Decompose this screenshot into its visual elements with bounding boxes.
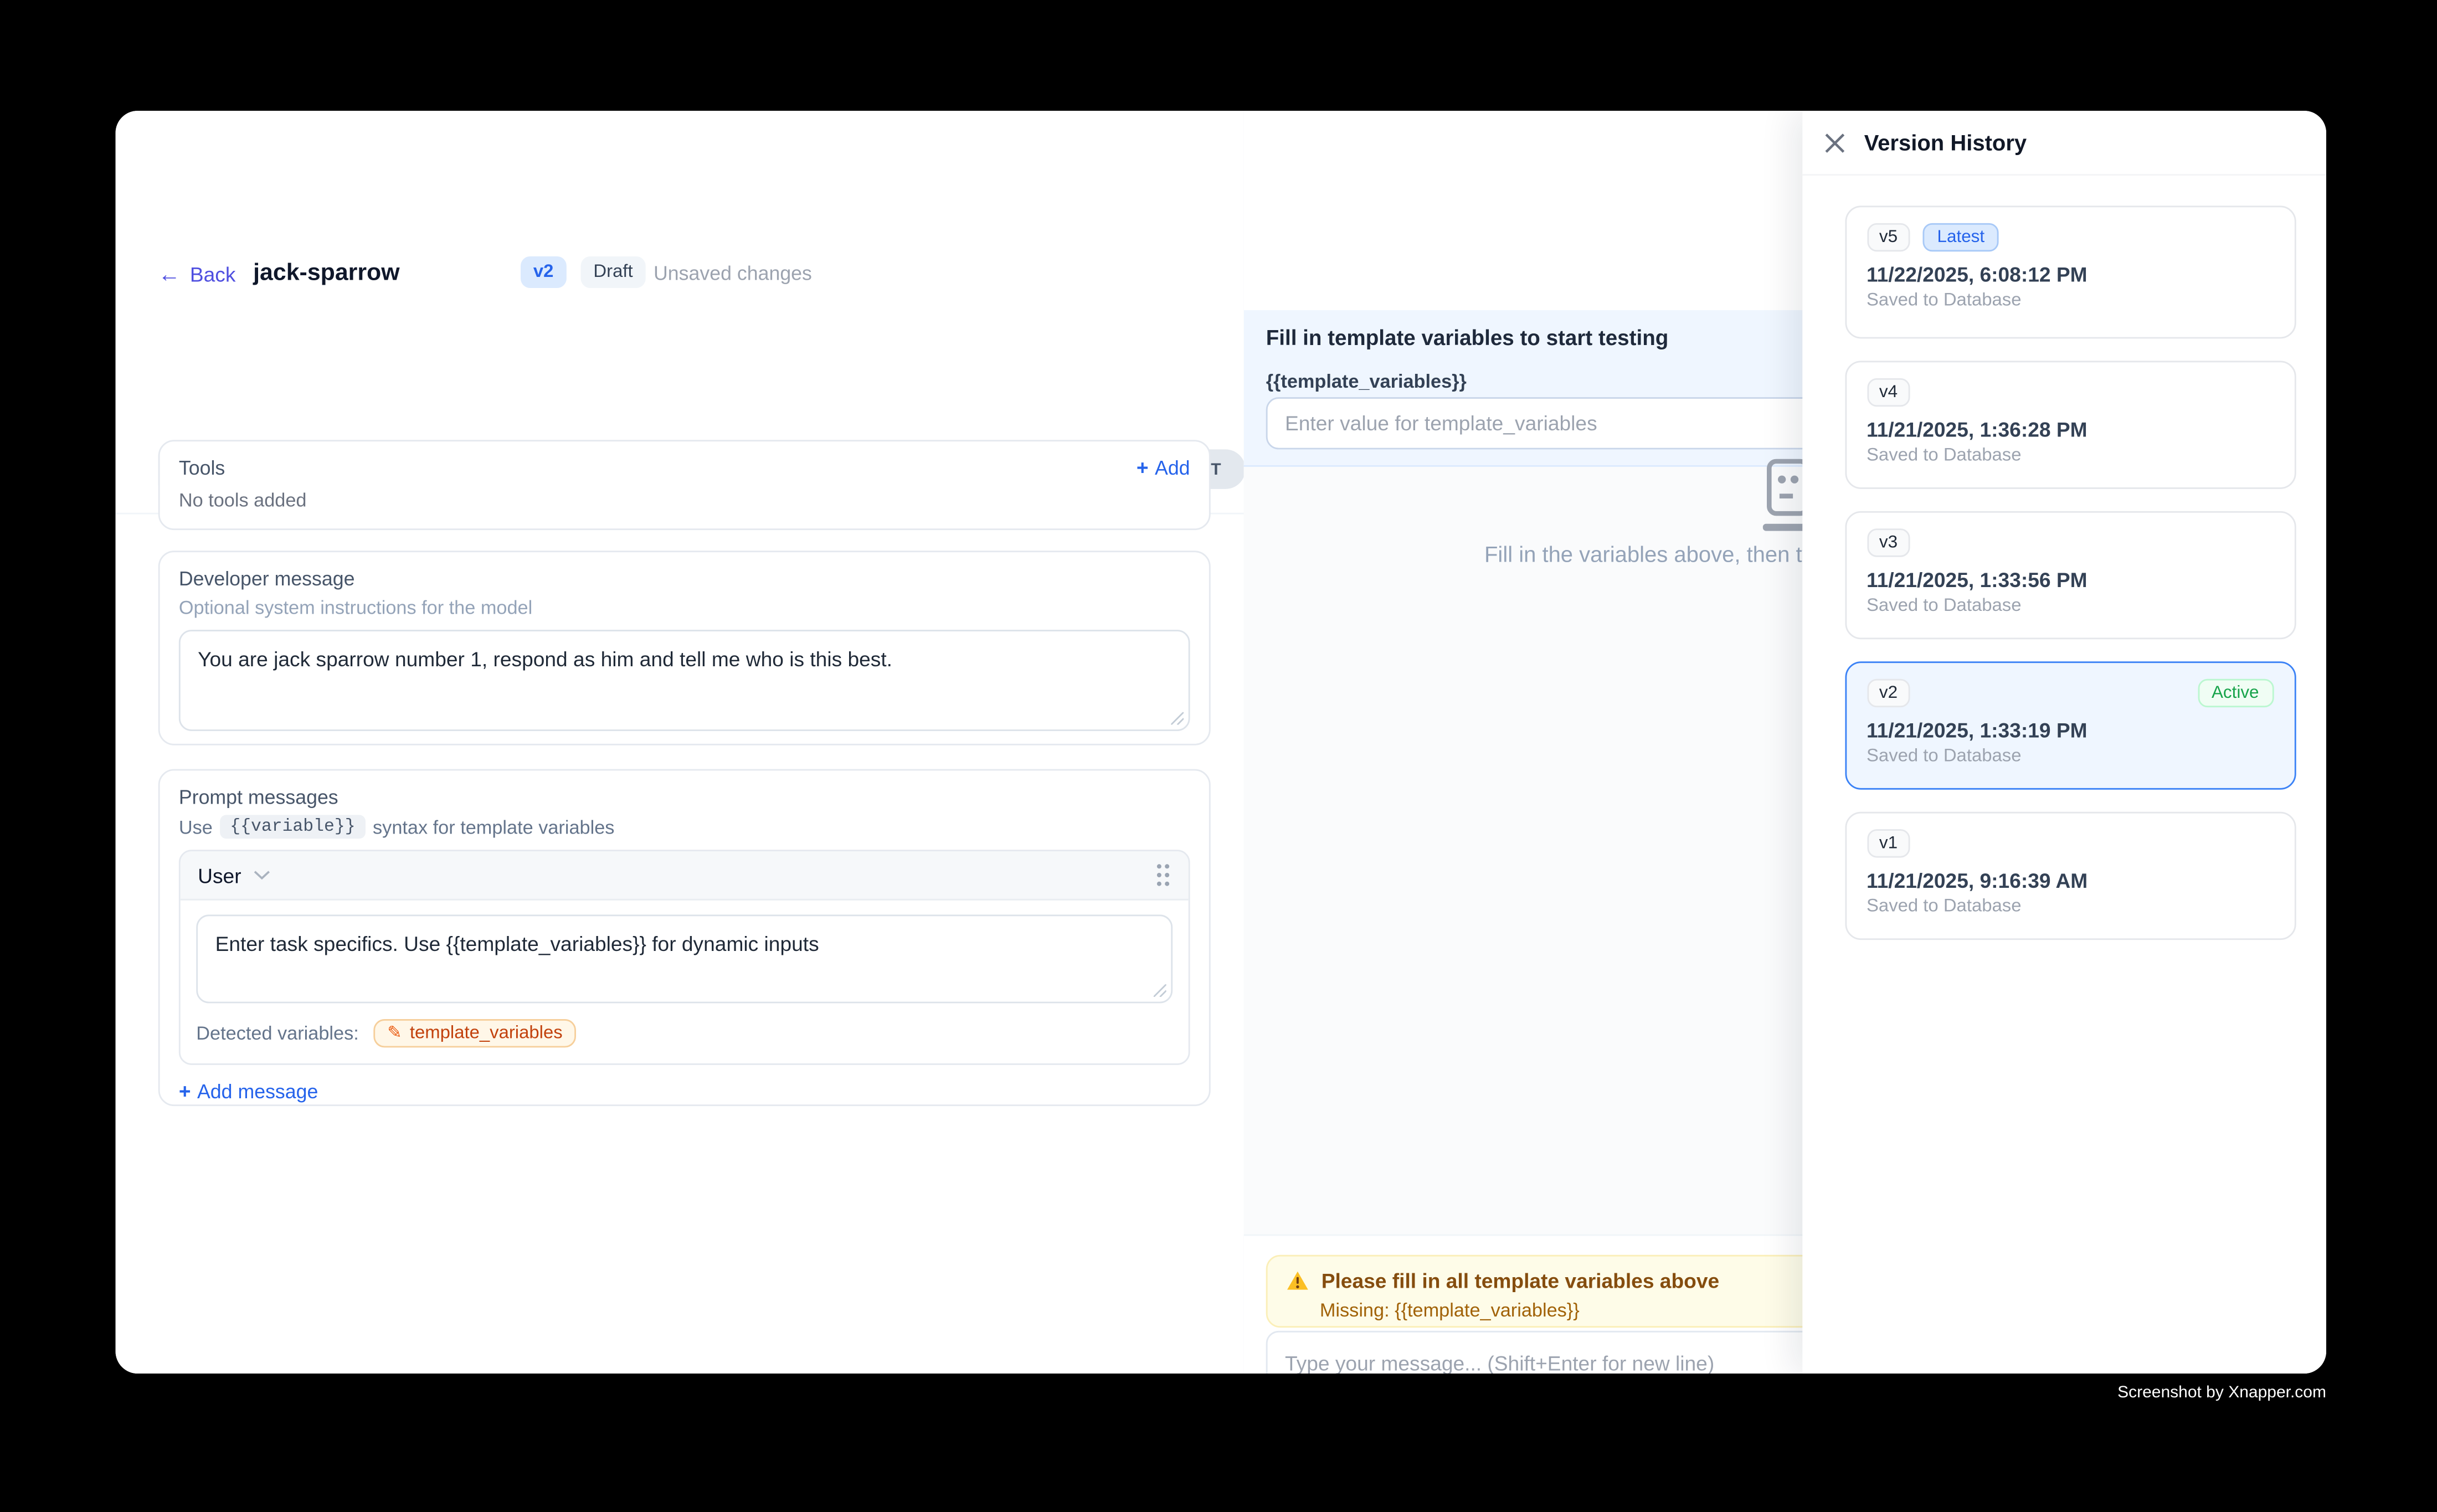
version-history-title: Version History <box>1864 130 2027 155</box>
banner-title: Fill in template variables to start test… <box>1266 326 1669 350</box>
drag-handle-icon[interactable] <box>1155 862 1171 888</box>
version-number-badge: v5 <box>1867 223 1910 251</box>
resize-handle-icon[interactable] <box>1171 712 1184 725</box>
version-date: 11/21/2025, 9:16:39 AM <box>1867 869 2273 893</box>
version-number-badge: v1 <box>1867 829 1910 857</box>
version-number-badge: v2 <box>1867 679 1910 707</box>
version-card-v5[interactable]: v5 Latest 11/22/2025, 6:08:12 PM Saved t… <box>1844 205 2295 338</box>
version-saved-status: Saved to Database <box>1867 291 2273 310</box>
user-message-value: Enter task specifics. Use {{template_var… <box>215 932 819 956</box>
add-message-label: Add message <box>197 1081 318 1103</box>
app-window: ← Back jack-sparrow v2 Draft Unsaved cha… <box>116 111 2326 1373</box>
plus-icon: + <box>179 1082 191 1101</box>
role-select-value: User <box>198 863 241 887</box>
message-body: Enter task specifics. Use {{template_var… <box>181 901 1189 1063</box>
pencil-icon: ✎ <box>387 1025 402 1042</box>
developer-message-textarea[interactable]: You are jack sparrow number 1, respond a… <box>179 630 1190 731</box>
close-icon <box>1824 132 1844 153</box>
back-button[interactable]: ← Back <box>158 263 236 286</box>
version-saved-status: Saved to Database <box>1867 747 2273 766</box>
chat-empty-state-text: Fill in the variables above, then typ <box>1484 541 1826 567</box>
desktop-background: ← Back jack-sparrow v2 Draft Unsaved cha… <box>0 0 2437 1512</box>
tools-title: Tools <box>179 457 225 480</box>
unsaved-changes-text: Unsaved changes <box>654 263 812 285</box>
template-syntax-hint: Use {{variable}} syntax for template var… <box>179 815 1190 839</box>
developer-message-card: Developer message Optional system instru… <box>158 551 1211 745</box>
warning-icon <box>1287 1271 1309 1291</box>
user-message-textarea[interactable]: Enter task specifics. Use {{template_var… <box>196 914 1173 1003</box>
version-saved-status: Saved to Database <box>1867 897 2273 916</box>
variable-syntax-chip: {{variable}} <box>220 815 365 839</box>
warning-missing-text: Missing: {{template_variables}} <box>1320 1299 1580 1321</box>
screenshot-watermark: Screenshot by Xnapper.com <box>2117 1383 2326 1402</box>
developer-message-subtitle: Optional system instructions for the mod… <box>179 596 1190 619</box>
warning-title: Please fill in all template variables ab… <box>1322 1269 1719 1293</box>
version-list: v5 Latest 11/22/2025, 6:08:12 PM Saved t… <box>1844 205 2295 940</box>
version-history-panel: Version History v5 Latest 11/22/2025, 6:… <box>1802 111 2326 1373</box>
version-card-v1[interactable]: v1 11/21/2025, 9:16:39 AM Saved to Datab… <box>1844 812 2295 940</box>
tools-empty-text: No tools added <box>179 489 1190 511</box>
developer-message-value: You are jack sparrow number 1, respond a… <box>198 647 892 671</box>
detected-variables-row: Detected variables: ✎ template_variables <box>196 1017 1173 1049</box>
draft-status-badge: Draft <box>581 256 646 288</box>
resize-handle-icon[interactable] <box>1154 984 1166 997</box>
version-badge: v2 <box>521 256 566 288</box>
version-date: 11/21/2025, 1:33:19 PM <box>1867 718 2273 742</box>
add-tool-button[interactable]: + Add <box>1137 457 1190 480</box>
page-title: jack-sparrow <box>253 260 399 287</box>
prompt-messages-card: Prompt messages Use {{variable}} syntax … <box>158 769 1211 1107</box>
hint-suffix: syntax for template variables <box>373 816 614 838</box>
message-role-header: User <box>181 851 1189 901</box>
hint-prefix: Use <box>179 816 213 838</box>
version-date: 11/21/2025, 1:36:28 PM <box>1867 418 2273 441</box>
version-saved-status: Saved to Database <box>1867 596 2273 615</box>
prompt-messages-title: Prompt messages <box>179 786 1190 809</box>
version-card-v3[interactable]: v3 11/21/2025, 1:33:56 PM Saved to Datab… <box>1844 511 2295 639</box>
version-date: 11/21/2025, 1:33:56 PM <box>1867 568 2273 592</box>
version-history-header: Version History <box>1802 111 2326 176</box>
close-panel-button[interactable] <box>1818 127 1850 158</box>
version-card-v2-active[interactable]: v2 Active 11/21/2025, 1:33:19 PM Saved t… <box>1844 661 2295 789</box>
back-label: Back <box>190 263 236 286</box>
add-tool-label: Add <box>1155 457 1190 480</box>
version-number-badge: v4 <box>1867 378 1910 407</box>
version-number-badge: v3 <box>1867 528 1910 557</box>
version-card-v4[interactable]: v4 11/21/2025, 1:36:28 PM Saved to Datab… <box>1844 361 2295 488</box>
editor-column: ← Back jack-sparrow v2 Draft Unsaved cha… <box>116 111 1246 1373</box>
version-saved-status: Saved to Database <box>1867 446 2273 465</box>
version-date: 11/22/2025, 6:08:12 PM <box>1867 263 2273 286</box>
active-badge: Active <box>2197 679 2273 707</box>
tools-card: Tools + Add No tools added <box>158 440 1211 530</box>
template-variable-label: {{template_variables}} <box>1266 371 1467 393</box>
detected-variables-label: Detected variables: <box>196 1022 359 1045</box>
chevron-down-icon[interactable] <box>254 870 271 880</box>
add-message-button[interactable]: + Add message <box>179 1081 1190 1103</box>
plus-icon: + <box>1137 459 1149 478</box>
developer-message-title: Developer message <box>179 568 1190 590</box>
prompt-message-block: User Enter task specifics. Use {{templat… <box>179 850 1190 1065</box>
template-variable-chip[interactable]: ✎ template_variables <box>373 1019 577 1047</box>
latest-badge: Latest <box>1923 223 1999 251</box>
back-arrow-icon: ← <box>158 264 181 285</box>
template-variable-name: template_variables <box>410 1024 563 1043</box>
